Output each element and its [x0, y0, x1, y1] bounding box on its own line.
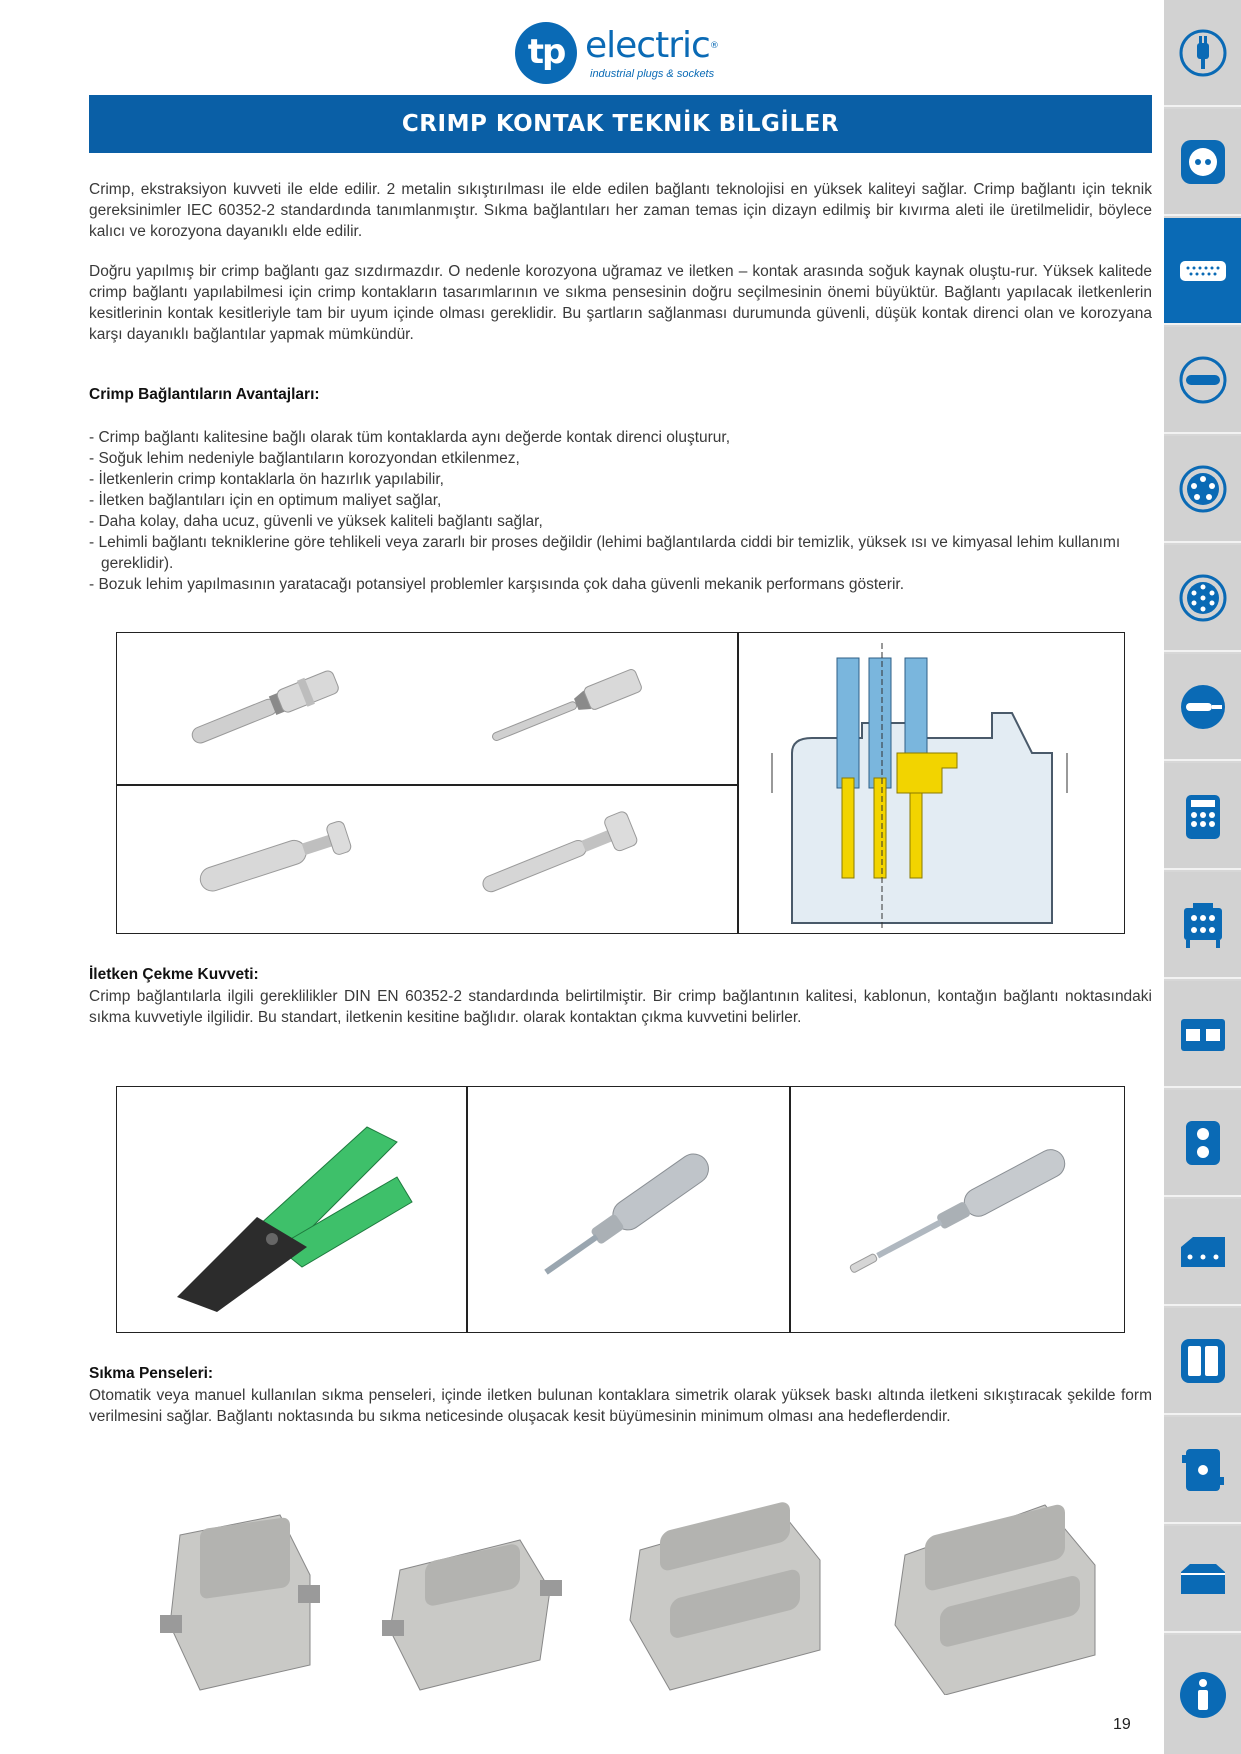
housing-icon [1180, 1563, 1225, 1594]
crimp-contacts-figure [116, 632, 1125, 934]
gas-tight-paragraph: Doğru yapılmış bir crimp bağlantı gaz sı… [89, 263, 1152, 343]
socket-icon [1180, 139, 1225, 184]
logo-word: electric [585, 25, 711, 66]
wall-box-icon [1185, 1120, 1220, 1165]
enclosure-icon [1180, 1018, 1225, 1051]
sidebar-tab-junction-box[interactable] [1164, 1199, 1241, 1306]
crimp-plier-image [177, 1126, 413, 1312]
female-contact-silver-image [199, 820, 352, 892]
advantages-heading: Crimp Bağlantıların Avantajları: [89, 386, 320, 403]
double-panel-icon [1180, 1338, 1225, 1383]
sidebar-tab-round-7pin[interactable] [1164, 545, 1241, 652]
crimp-plier-paragraph: Otomatik veya manuel kullanılan sıkma pe… [89, 1387, 1152, 1425]
female-contact-image [191, 670, 339, 744]
info-icon [1179, 1671, 1226, 1718]
portable-box-icon [1183, 902, 1222, 948]
sidebar-tab-enclosure[interactable] [1164, 981, 1241, 1088]
sidebar-tab-wall-box[interactable] [1164, 1090, 1241, 1197]
list-item: Bozuk lehim yapılmasının yaratacağı pota… [89, 574, 1152, 595]
logo-wordmark: electric® [585, 25, 719, 66]
multipin-connector-icon [1179, 260, 1226, 281]
male-contact-image [492, 669, 642, 741]
connector-insert [894, 1504, 1096, 1695]
inline-plug-icon [1180, 684, 1225, 729]
list-item: İletkenlerin crimp kontaklarla ön hazırl… [89, 469, 1152, 490]
list-item: İletken bağlantıları için en optimum mal… [89, 490, 1152, 511]
sidebar-tab-sockets[interactable] [1164, 109, 1241, 216]
connector-insert [382, 1539, 562, 1691]
title-band: CRIMP KONTAK TEKNİK BİLGİLER [89, 95, 1152, 153]
page-number: 19 [1113, 1716, 1131, 1733]
sidebar-tab-housing[interactable] [1164, 1526, 1241, 1633]
pull-force-heading: İletken Çekme Kuvveti: [89, 966, 259, 983]
round-7pin-icon [1179, 574, 1226, 621]
brand-logo: tp electric® industrial plugs & sockets [515, 20, 735, 86]
crimp-tools-figure [116, 1086, 1125, 1333]
plug-icon [1179, 29, 1226, 76]
crimp-plier-heading: Sıkma Penseleri: [89, 1365, 214, 1382]
sidebar-tab-cable-box[interactable] [1164, 1417, 1241, 1524]
sidebar-tab-cee[interactable] [1164, 327, 1241, 434]
male-contact-silver-image [482, 811, 638, 893]
cee-connector-icon [1179, 356, 1226, 403]
list-item: Crimp bağlantı kalitesine bağlı olarak t… [89, 427, 1152, 448]
logo-mark: tp [515, 22, 577, 84]
sidebar-tab-plugs[interactable] [1164, 0, 1241, 107]
crimp-cross-section-diagram [771, 643, 1068, 928]
sidebar-tab-inline-plug[interactable] [1164, 654, 1241, 761]
extraction-tool-with-contact-image [849, 1149, 1066, 1273]
intro-paragraph: Crimp, ekstraksiyon kuvveti ile elde edi… [89, 181, 1152, 240]
pull-force-paragraph: Crimp bağlantılarla ilgili gereklilikler… [89, 988, 1152, 1026]
logo-tagline: industrial plugs & sockets [590, 68, 715, 80]
cable-box-icon [1181, 1448, 1224, 1491]
sidebar-tab-double-panel[interactable] [1164, 1308, 1241, 1415]
connector-insert [629, 1502, 821, 1691]
category-sidebar [1164, 0, 1241, 1754]
round-5pin-icon [1179, 465, 1226, 512]
extraction-tool-image [544, 1153, 709, 1275]
list-item: Daha kolay, daha ucuz, güvenli ve yüksek… [89, 511, 1152, 532]
advantages-list: Crimp bağlantı kalitesine bağlı olarak t… [89, 427, 1152, 595]
sidebar-tab-distribution-board[interactable] [1164, 763, 1241, 870]
list-item: Soğuk lehim nedeniyle bağlantıların koro… [89, 448, 1152, 469]
sidebar-tab-multipin-connectors[interactable] [1164, 218, 1241, 325]
sidebar-tab-portable-box[interactable] [1164, 872, 1241, 979]
connector-insert [160, 1514, 320, 1691]
junction-box-icon [1180, 1236, 1225, 1267]
sidebar-tab-round-5pin[interactable] [1164, 436, 1241, 543]
list-item: Lehimli bağlantı tekniklerine göre tehli… [89, 532, 1152, 574]
distribution-board-icon [1185, 794, 1220, 839]
connector-inserts-image [160, 1502, 1096, 1695]
logo-registered: ® [709, 41, 719, 51]
sidebar-tab-info[interactable] [1164, 1635, 1241, 1754]
page-title: CRIMP KONTAK TEKNİK BİLGİLER [401, 111, 840, 137]
